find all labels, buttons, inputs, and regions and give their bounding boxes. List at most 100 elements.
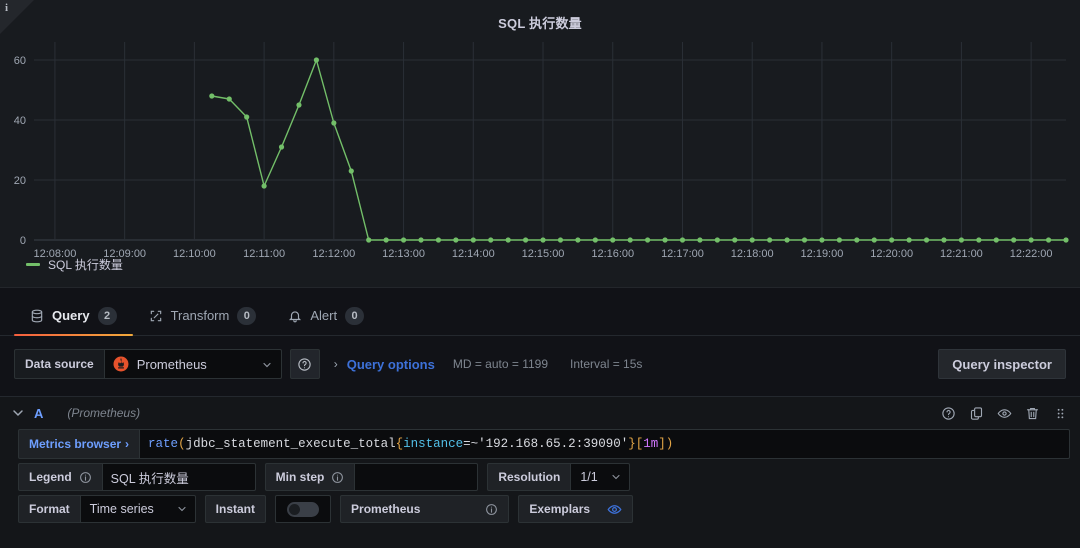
datasource-row: Data source Prometheus › Query options M…: [0, 344, 1080, 384]
expr-token-close-bracket: ]: [658, 437, 666, 451]
datasource-picker[interactable]: Prometheus: [103, 349, 282, 379]
chevron-down-icon: [261, 358, 273, 370]
query-options-summary: MD = auto = 1199 Interval = 15s: [453, 357, 643, 371]
help-icon[interactable]: [938, 403, 958, 423]
format-field: Format Time series: [18, 495, 196, 523]
svg-text:20: 20: [14, 175, 26, 187]
svg-text:12:12:00: 12:12:00: [312, 248, 355, 260]
expr-token-close-paren: ): [665, 437, 674, 451]
panel-description-corner[interactable]: i: [0, 0, 34, 34]
legend-label-text: Legend: [29, 470, 72, 484]
query-editor-card: A (Prometheus) Metrics browser › rate (…: [0, 396, 1080, 548]
datasource-label: Data source: [14, 349, 104, 379]
format-select[interactable]: Time series: [79, 495, 196, 523]
expr-token-duration: 1m: [643, 437, 659, 451]
info-icon: i: [5, 2, 9, 14]
query-expression-row: Metrics browser › rate(jdbc_statement_ex…: [0, 429, 1080, 459]
series-layer: [209, 57, 1069, 243]
expr-token-metric: jdbc_statement_execute_total: [185, 437, 396, 451]
legend-field-label: Legend: [18, 463, 102, 491]
legend-label[interactable]: SQL 执行数量: [48, 256, 123, 273]
exemplars-eye-icon[interactable]: [607, 502, 622, 517]
instant-field: Instant: [204, 495, 332, 523]
datasource-selected-name: Prometheus: [136, 356, 207, 372]
svg-text:12:20:00: 12:20:00: [870, 248, 913, 260]
chevron-right-icon: ›: [333, 357, 338, 371]
svg-text:12:10:00: 12:10:00: [173, 248, 216, 260]
format-value: Time series: [89, 502, 154, 516]
legend-field: Legend SQL 执行数量: [18, 463, 256, 491]
resolution-value: 1/1: [580, 470, 598, 484]
plot-area[interactable]: 0 20 40 60 12:08:00 12:09:00 12:10:00 12:11:00…: [0, 34, 1080, 288]
database-icon: [30, 309, 44, 323]
chevron-down-icon: [610, 471, 622, 483]
chevron-down-icon[interactable]: [10, 405, 26, 421]
instant-toggle[interactable]: [275, 495, 332, 523]
svg-text:12:14:00: 12:14:00: [452, 248, 495, 260]
trash-icon[interactable]: [1022, 403, 1042, 423]
resolution-select[interactable]: 1/1: [570, 463, 631, 491]
expr-token-close-brace: }: [628, 437, 636, 451]
tab-query-badge: 2: [97, 306, 117, 325]
min-step-input[interactable]: [354, 463, 479, 491]
tab-query-label: Query: [52, 308, 90, 323]
duplicate-icon[interactable]: [966, 403, 986, 423]
tab-transform-badge: 0: [237, 306, 257, 325]
tab-transform[interactable]: Transform 0: [133, 296, 273, 335]
tab-alert-badge: 0: [345, 306, 365, 325]
metrics-browser-button[interactable]: Metrics browser ›: [18, 429, 140, 459]
min-step-field-label: Min step: [264, 463, 355, 491]
transform-icon: [149, 309, 163, 323]
panel-title: SQL 执行数量: [498, 16, 582, 31]
expr-token-open-bracket: [: [635, 437, 644, 451]
eye-icon[interactable]: [994, 403, 1014, 423]
tab-alert-label: Alert: [310, 308, 338, 323]
bell-icon: [288, 309, 302, 323]
svg-text:0: 0: [20, 235, 26, 247]
tab-query[interactable]: Query 2: [14, 296, 133, 336]
svg-text:12:17:00: 12:17:00: [661, 248, 704, 260]
interval-summary: Interval = 15s: [570, 357, 643, 371]
exemplars-field: Exemplars: [518, 495, 634, 523]
svg-text:12:16:00: 12:16:00: [591, 248, 634, 260]
info-circle-icon[interactable]: [485, 503, 498, 516]
query-inspector-button[interactable]: Query inspector: [938, 349, 1066, 379]
tab-alert[interactable]: Alert 0: [272, 296, 380, 335]
svg-text:12:22:00: 12:22:00: [1010, 248, 1053, 260]
format-field-label: Format: [18, 495, 80, 523]
datasource-help-button[interactable]: [289, 349, 320, 379]
query-ref-id[interactable]: A: [34, 406, 43, 421]
svg-text:12:13:00: 12:13:00: [382, 248, 425, 260]
exemplars-field-label[interactable]: Exemplars: [518, 495, 634, 523]
query-type-label: Prometheus: [340, 495, 510, 523]
resolution-field-label: Resolution: [487, 463, 571, 491]
query-type-field: Prometheus: [340, 495, 510, 523]
query-type-text: Prometheus: [351, 502, 421, 516]
y-axis-ticks: 0 20 40 60: [14, 55, 26, 247]
expr-token-string: '192.168.65.2:39090': [478, 437, 629, 451]
expr-token-operator: =~: [463, 437, 479, 451]
min-step-label-text: Min step: [275, 470, 325, 484]
promql-expression-input[interactable]: rate(jdbc_statement_execute_total{instan…: [139, 429, 1070, 459]
min-step-field: Min step: [264, 463, 479, 491]
prometheus-logo-icon: [113, 356, 129, 372]
query-options-label: Query options: [346, 356, 435, 372]
expr-token-function: rate: [148, 437, 179, 451]
editor-tabs: Query 2 Transform 0 Alert 0: [0, 296, 1080, 336]
legend-input[interactable]: SQL 执行数量: [101, 463, 256, 491]
info-circle-icon[interactable]: [79, 471, 92, 484]
info-circle-icon[interactable]: [331, 471, 344, 484]
query-action-buttons: [938, 403, 1070, 423]
svg-text:12:11:00: 12:11:00: [243, 248, 285, 260]
query-options-toggle[interactable]: › Query options: [334, 357, 435, 372]
svg-text:12:21:00: 12:21:00: [940, 248, 983, 260]
chart-legend[interactable]: SQL 执行数量: [26, 256, 123, 273]
svg-text:40: 40: [14, 115, 26, 127]
drag-handle-icon[interactable]: [1050, 403, 1070, 423]
query-header: A (Prometheus): [0, 397, 1080, 429]
legend-color-swatch: [26, 263, 40, 266]
chevron-right-icon: ›: [125, 437, 130, 451]
exemplars-label-text: Exemplars: [529, 502, 591, 516]
instant-field-label: Instant: [204, 495, 267, 523]
toggle-track: [287, 501, 320, 517]
